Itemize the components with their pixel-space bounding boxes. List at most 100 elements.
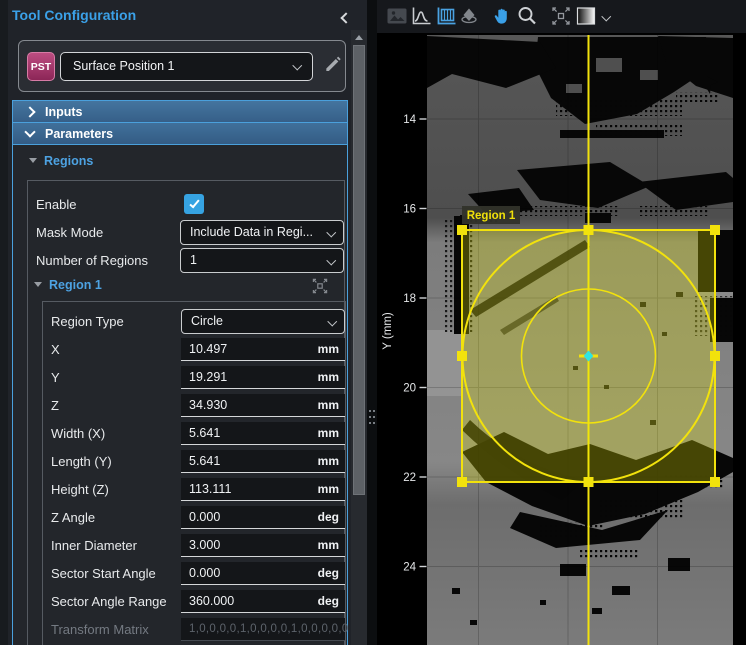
check-icon — [189, 197, 199, 208]
pan-tool-button[interactable] — [490, 4, 514, 28]
y-tick-label: 24 — [403, 562, 416, 574]
sector-start-angle-value: 0.000 — [189, 566, 220, 580]
app-window: Tool Configuration PST Surface Position … — [0, 0, 746, 645]
y-tick-label: 16 — [403, 204, 416, 216]
heightmap-view-button[interactable] — [434, 4, 458, 28]
width-x-label: Width (X) — [51, 426, 105, 441]
regions-group-label: Regions — [44, 154, 93, 168]
fit-region-button[interactable] — [310, 276, 330, 296]
y-tick-label: 14 — [403, 114, 416, 126]
region-label: Region 1 — [467, 210, 516, 222]
inner-diameter-value: 3.000 — [189, 538, 220, 552]
y-input[interactable]: 19.291 mm — [181, 366, 345, 389]
mask-mode-dropdown[interactable]: Include Data in Regi... — [180, 220, 344, 245]
sector-angle-range-value: 360.000 — [189, 594, 234, 608]
number-of-regions-dropdown[interactable]: 1 — [180, 248, 344, 273]
fit-view-icon — [549, 4, 573, 28]
x-input[interactable]: 10.497 mm — [181, 338, 345, 361]
y-axis-label: Y (mm) — [382, 312, 394, 350]
surface-3d-view-button[interactable] — [457, 4, 481, 28]
image-icon — [385, 4, 409, 28]
magnifier-icon — [515, 4, 539, 28]
width-x-value: 5.641 — [189, 426, 220, 440]
left-panel-scrollbar[interactable] — [351, 30, 367, 645]
divider-drag-handle-icon[interactable] — [369, 410, 376, 436]
y-tick-label: 18 — [403, 293, 416, 305]
section-inputs-label: Inputs — [45, 105, 83, 119]
triangle-down-icon — [34, 282, 42, 287]
section-inputs[interactable]: Inputs — [12, 100, 348, 123]
scroll-up-arrow-icon[interactable] — [355, 35, 363, 40]
region-type-label: Region Type — [51, 314, 124, 329]
z-value: 34.930 — [189, 398, 227, 412]
width-x-input[interactable]: 5.641 mm — [181, 422, 345, 445]
length-y-input[interactable]: 5.641 mm — [181, 450, 345, 473]
parameters-body: Regions Enable Mask Mode Include Data in… — [12, 145, 348, 645]
fit-view-button[interactable] — [549, 4, 573, 28]
image-view-button[interactable] — [385, 4, 409, 28]
y-tick-label: 22 — [403, 472, 416, 484]
chevron-down-icon — [24, 126, 35, 137]
transform-matrix-value: 1,0,0,0,0,1,0,0,0,0,1,0,0,0,0,0 — [189, 623, 349, 635]
collapse-panel-button[interactable] — [342, 9, 358, 25]
y-label: Y — [51, 370, 60, 385]
region1-group-label: Region 1 — [49, 278, 102, 292]
height-z-label: Height (Z) — [51, 482, 109, 497]
height-z-unit: mm — [318, 478, 339, 500]
region1-group-header[interactable]: Region 1 — [34, 278, 102, 292]
region-type-value: Circle — [191, 314, 223, 328]
regions-fieldset: Enable Mask Mode Include Data in Regi...… — [27, 180, 345, 645]
heightmap-viewport[interactable]: Region 1 14 16 18 20 22 24 Y (mm) — [377, 33, 746, 645]
mask-mode-value: Include Data in Regi... — [190, 225, 313, 239]
length-y-unit: mm — [318, 450, 339, 472]
panel-left-margin — [0, 0, 8, 645]
enable-checkbox[interactable] — [184, 194, 204, 214]
sector-start-angle-input[interactable]: 0.000 deg — [181, 562, 345, 585]
chevron-down-icon — [326, 228, 335, 237]
edit-tool-name-button[interactable] — [323, 54, 345, 76]
chevron-down-icon — [292, 61, 301, 70]
chevron-down-icon — [327, 317, 336, 326]
section-parameters-label: Parameters — [45, 127, 113, 141]
z-angle-value: 0.000 — [189, 510, 220, 524]
viewer-toolbar — [377, 0, 746, 33]
sector-angle-range-label: Sector Angle Range — [51, 594, 167, 609]
tool-selector-box: PST Surface Position 1 — [18, 40, 346, 92]
z-angle-input[interactable]: 0.000 deg — [181, 506, 345, 529]
number-of-regions-value: 1 — [190, 253, 197, 267]
panel-divider[interactable] — [367, 0, 377, 645]
regions-group-header[interactable]: Regions — [29, 154, 93, 168]
length-y-label: Length (Y) — [51, 454, 112, 469]
sector-angle-range-input[interactable]: 360.000 deg — [181, 590, 345, 613]
transform-matrix-label: Transform Matrix — [51, 622, 149, 637]
tool-select-value: Surface Position 1 — [73, 59, 174, 73]
colormap-picker-button[interactable] — [575, 4, 599, 28]
z-input[interactable]: 34.930 mm — [181, 394, 345, 417]
region-type-dropdown[interactable]: Circle — [181, 309, 345, 334]
inner-diameter-input[interactable]: 3.000 mm — [181, 534, 345, 557]
chevron-left-icon — [340, 12, 351, 23]
inner-diameter-label: Inner Diameter — [51, 538, 137, 553]
sector-angle-range-unit: deg — [318, 590, 339, 612]
height-z-input[interactable]: 113.111 mm — [181, 478, 345, 501]
width-x-unit: mm — [318, 422, 339, 444]
profile-view-button[interactable] — [409, 4, 433, 28]
section-parameters[interactable]: Parameters — [12, 122, 348, 145]
profile-plot-icon — [409, 4, 433, 28]
scrollbar-thumb[interactable] — [353, 45, 365, 495]
transform-matrix-input: 1,0,0,0,0,1,0,0,0,0,1,0,0,0,0,0 — [181, 618, 345, 641]
tool-type-badge: PST — [27, 52, 55, 81]
tool-select-dropdown[interactable]: Surface Position 1 — [60, 52, 313, 81]
zoom-tool-button[interactable] — [515, 4, 539, 28]
x-label: X — [51, 342, 60, 357]
sector-start-angle-unit: deg — [318, 562, 339, 584]
chevron-down-icon[interactable] — [602, 12, 611, 21]
enable-label: Enable — [36, 197, 76, 212]
z-unit: mm — [318, 394, 339, 416]
height-z-value: 113.111 — [189, 482, 231, 496]
panel-title: Tool Configuration — [12, 7, 136, 23]
triangle-down-icon — [29, 158, 37, 163]
pencil-icon — [323, 54, 343, 74]
colormap-gradient-icon — [575, 4, 599, 28]
region1-fieldset: Region Type Circle X 10.497 mm Y 19.291 — [42, 301, 346, 645]
